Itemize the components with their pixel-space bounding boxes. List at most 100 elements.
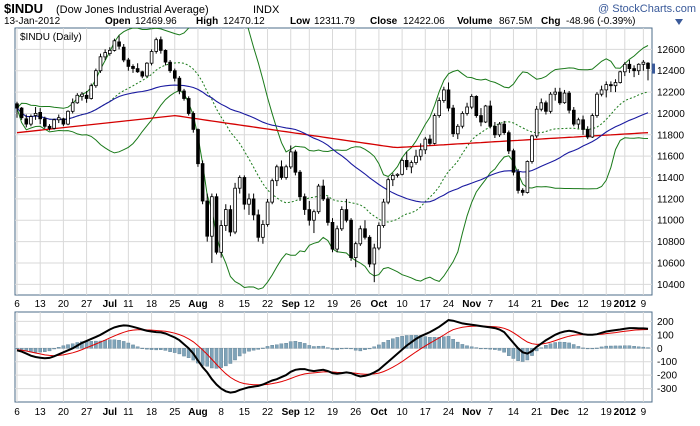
candle-body — [442, 89, 446, 102]
macd-histogram-bar — [307, 345, 312, 349]
macd-histogram-bar — [400, 336, 404, 349]
x-axis-bottom-tick-label: 25 — [169, 407, 181, 418]
macd-histogram-bar — [358, 348, 363, 352]
x-axis-top-tick-label: 7 — [487, 299, 493, 310]
macd-histogram-bar — [636, 346, 641, 349]
x-axis-bottom-tick-label: Aug — [188, 407, 207, 418]
open-label: Open — [105, 16, 131, 27]
macd-histogram-bar — [103, 340, 107, 349]
macd-histogram-bar — [275, 344, 279, 349]
macd-histogram-bar — [340, 348, 344, 350]
price-y-tick-label: 11400 — [657, 173, 685, 184]
price-y-tick-label: 12000 — [657, 109, 685, 120]
candle-body — [274, 166, 279, 182]
candle-body — [363, 228, 367, 238]
candle-body — [103, 52, 108, 58]
candle-body — [479, 115, 483, 123]
candle-body — [158, 39, 163, 51]
x-axis-top-tick-label: 9 — [641, 299, 647, 310]
macd-histogram-bar — [585, 348, 590, 350]
dropdown-arrow-icon[interactable] — [675, 19, 683, 25]
candle-body — [168, 61, 172, 72]
macd-histogram-bar — [154, 348, 159, 351]
candle-body — [497, 123, 502, 136]
candle-body — [395, 173, 400, 176]
candle-body — [581, 119, 585, 130]
candle-body — [126, 59, 131, 67]
macd-histogram-bar — [47, 348, 52, 352]
candle-body — [381, 201, 386, 227]
x-axis-top: 6 13 20 27 Jul 11 18 25 Aug 8 15 22 Sep 12 19 26 Oct 10 17… — [14, 299, 646, 310]
x-axis-top-tick-label: Jul — [103, 299, 118, 310]
x-axis-bottom-tick-label: 19 — [327, 407, 339, 418]
macd-histogram-bar — [321, 345, 326, 349]
candle-body — [623, 63, 627, 73]
macd-histogram-bar — [507, 348, 511, 356]
macd-histogram-bar — [335, 348, 339, 350]
candle-body — [177, 77, 182, 92]
x-axis-top-tick-label: 10 — [397, 299, 409, 310]
chg-label: Chg — [541, 16, 560, 27]
x-axis-bottom-tick-label: 20 — [58, 407, 70, 418]
macd-histogram-bar — [567, 342, 571, 349]
macd-histogram-bar — [326, 347, 330, 349]
macd-histogram-bar — [223, 348, 228, 367]
price-y-tick-label: 10800 — [657, 237, 685, 248]
open-value: 12469.96 — [135, 16, 177, 27]
candle-body — [400, 159, 404, 175]
x-axis-bottom-tick-label: 9 — [641, 407, 647, 418]
candle-body — [539, 102, 544, 110]
macd-histogram-bar — [544, 345, 548, 349]
candle-body — [553, 91, 557, 95]
candle-body — [632, 68, 636, 72]
price-panel-frame — [14, 27, 653, 296]
macd-histogram-bar — [131, 344, 135, 349]
candle-body — [242, 177, 247, 205]
x-axis-bottom-tick-label: 15 — [239, 407, 251, 418]
candle-body — [534, 108, 539, 137]
candle-body — [525, 161, 530, 193]
macd-histogram-bar — [43, 348, 47, 352]
price-y-tick-label: 12200 — [657, 88, 685, 99]
x-axis-bottom-tick-label: Dec — [551, 407, 570, 418]
candle-body — [367, 236, 372, 265]
macd-histogram-bar — [479, 348, 483, 350]
macd-histogram-bar — [247, 348, 251, 352]
candle-body — [428, 138, 432, 144]
candle-body — [256, 214, 261, 238]
macd-histogram-bar — [604, 345, 608, 349]
macd-histogram-bar — [261, 347, 265, 349]
x-axis-top-tick-label: 22 — [262, 299, 274, 310]
macd-histogram-bar — [172, 348, 177, 353]
candle-body — [404, 159, 409, 168]
x-axis-top-tick-label: 17 — [420, 299, 432, 310]
candle-body — [265, 201, 270, 225]
candle-body — [562, 92, 567, 104]
macd-histogram-bar — [121, 341, 126, 349]
macd-histogram-bar — [302, 343, 307, 349]
candle-body — [247, 198, 251, 205]
candle-body — [414, 155, 418, 163]
candle-body — [483, 105, 488, 123]
candle-body — [455, 125, 460, 135]
candle-body — [223, 209, 228, 227]
candle-body — [75, 94, 80, 104]
x-axis-bottom-tick-label: 12 — [577, 407, 589, 418]
price-panel-title: $INDU (Daily) — [20, 32, 82, 43]
candle-body — [506, 132, 511, 152]
macd-histogram-bar — [618, 345, 622, 349]
candle-body — [84, 94, 89, 99]
candle-body — [437, 100, 441, 116]
macd-histogram-bar — [126, 342, 131, 349]
macd-histogram-bar — [66, 344, 70, 349]
macd-histogram-bar — [233, 348, 237, 361]
candle-body — [469, 96, 474, 108]
macd-histogram-bar — [349, 348, 353, 350]
candle-body — [270, 180, 274, 203]
candle-body — [488, 105, 493, 127]
macd-histogram-bar — [590, 348, 595, 350]
candle-body — [409, 162, 414, 168]
macd-histogram-bar — [237, 348, 242, 357]
candle-body — [19, 107, 24, 119]
candle-body — [47, 125, 52, 129]
